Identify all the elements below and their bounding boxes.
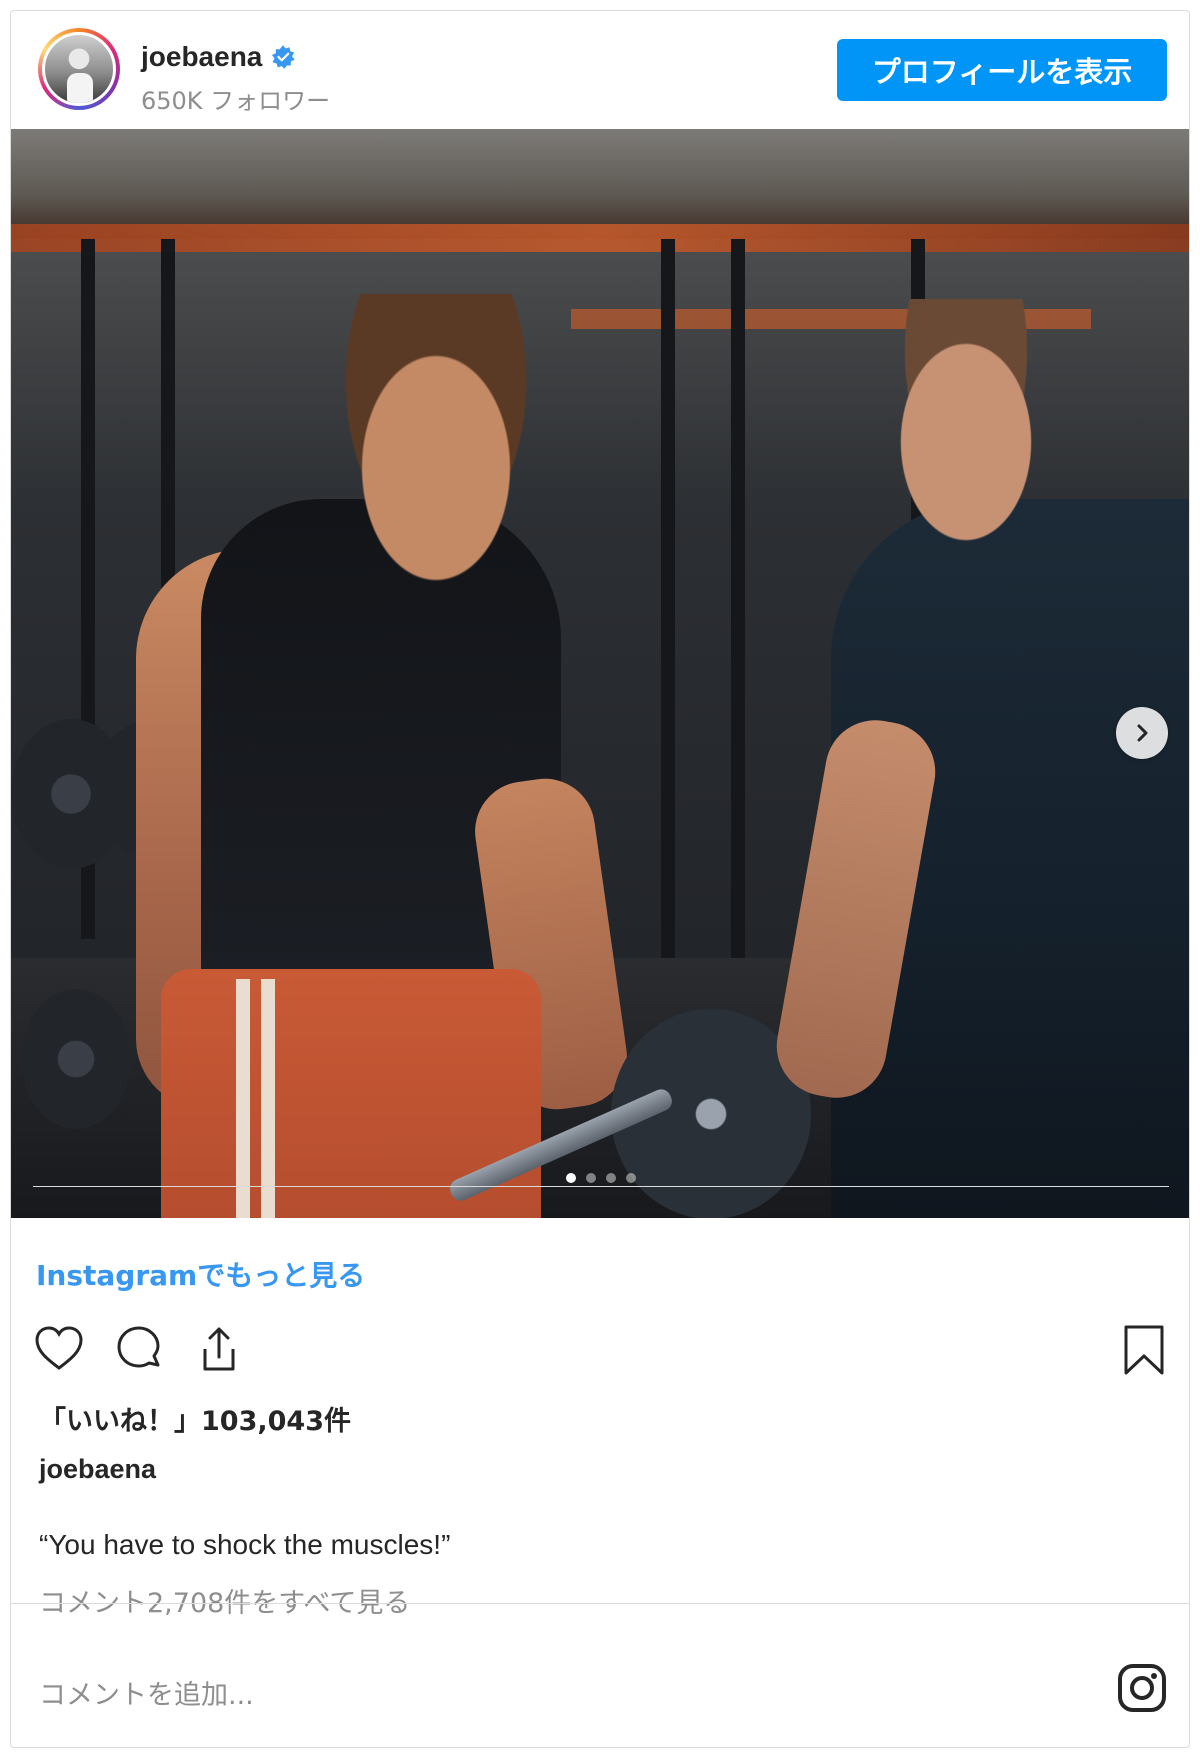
carousel-dot [606,1173,616,1183]
chevron-right-icon [1137,724,1148,742]
caption-username[interactable]: joebaena [39,1454,156,1485]
username-row: joebaena [141,41,296,73]
follower-count: 650K フォロワー [141,87,331,115]
avatar[interactable] [38,28,120,110]
view-more-on-instagram-link[interactable]: Instagramでもっと見る [36,1254,365,1294]
bookmark-icon[interactable] [1121,1323,1167,1377]
weight-plate [21,989,131,1129]
post-photo[interactable] [11,129,1189,1218]
carousel-dot [626,1173,636,1183]
photo-ceiling [11,129,1189,239]
comment-icon[interactable] [113,1323,165,1375]
profile-avatar [42,32,116,106]
instagram-embed-card: joebaena 650K フォロワー プロフィールを表示 Instagramで… [10,10,1190,1748]
caption-text: “You have to shock the muscles!” [39,1529,451,1560]
view-all-comments-link[interactable]: コメント2,708件をすべて見る [39,1581,410,1620]
photo-rack [731,239,745,959]
view-profile-button[interactable]: プロフィールを表示 [837,39,1167,101]
verified-badge-icon [272,45,296,69]
divider [11,1603,1189,1604]
carousel-next-button[interactable] [1116,707,1168,759]
share-icon[interactable] [193,1323,245,1375]
carousel-dots [11,1173,1189,1183]
photo-banner [11,224,1189,252]
username[interactable]: joebaena [141,41,262,73]
divider [33,1186,1169,1187]
instagram-logo-icon[interactable] [1117,1663,1167,1713]
carousel-dot [586,1173,596,1183]
like-count[interactable]: 「いいね！」103,043件 [39,1399,351,1438]
heart-icon[interactable] [33,1323,85,1375]
carousel-dot [566,1173,576,1183]
post-header: joebaena 650K フォロワー プロフィールを表示 [11,11,1189,129]
add-comment-input[interactable]: コメントを追加... [39,1673,254,1712]
action-bar [33,1323,245,1375]
photo-rack [661,239,675,999]
photo-subject-head [321,294,551,584]
photo-coach-head [871,299,1061,559]
